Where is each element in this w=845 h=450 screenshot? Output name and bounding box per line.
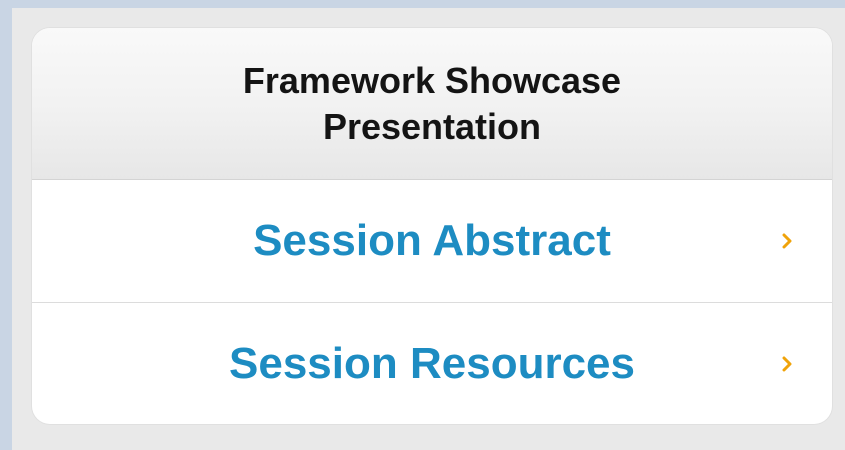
session-abstract-label: Session Abstract [253,216,611,265]
background-strip-top [0,0,845,8]
navigation-card: Framework Showcase Presentation Session … [32,28,832,424]
card-header: Framework Showcase Presentation [32,28,832,180]
chevron-right-icon [778,232,796,250]
session-abstract-row[interactable]: Session Abstract [32,180,832,302]
session-resources-label: Session Resources [229,338,635,388]
card-title: Framework Showcase Presentation [242,59,622,147]
chevron-right-icon [778,355,796,373]
session-resources-row[interactable]: Session Resources [32,302,832,424]
background-strip-left [0,0,12,450]
